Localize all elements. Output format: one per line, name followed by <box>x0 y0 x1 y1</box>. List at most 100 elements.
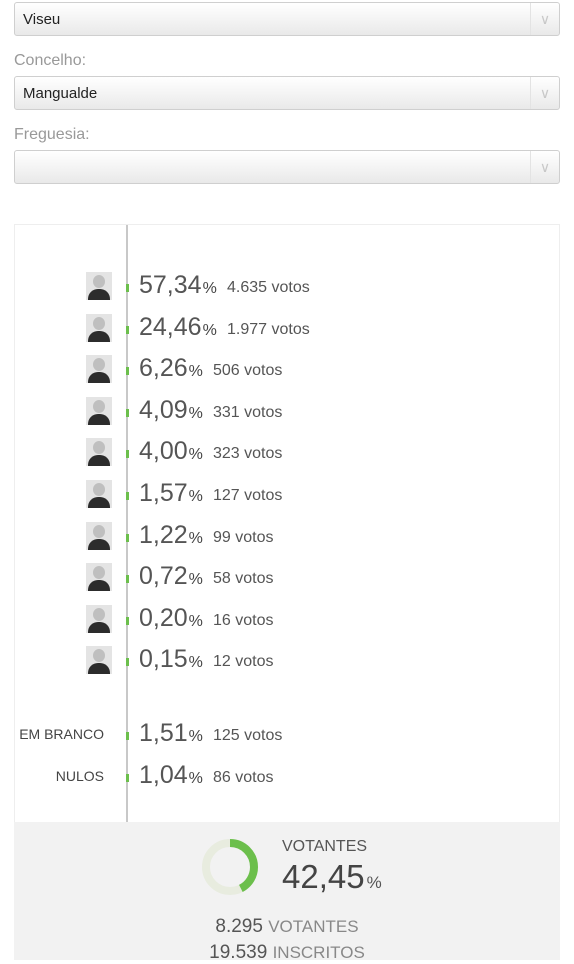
result-percent: 1,22% <box>139 521 203 550</box>
candidate-row: 57,34% 4.635 votos <box>15 271 559 301</box>
result-percent-value: 57,34 <box>139 271 202 299</box>
result-percent: 0,20% <box>139 604 203 633</box>
result-votes: 86 votos <box>213 768 274 786</box>
result-bar <box>126 408 129 417</box>
percent-sign: % <box>188 654 203 672</box>
votantes-count-line: 8.295 VOTANTES <box>14 916 560 938</box>
percent-sign: % <box>188 404 203 422</box>
candidate-row: 1,22% 99 votos <box>15 521 559 551</box>
result-percent: 0,72% <box>139 562 203 591</box>
candidate-photo <box>86 272 112 300</box>
candidate-photo <box>86 396 112 425</box>
result-bar <box>126 616 129 625</box>
result-percent: 4,00% <box>139 437 203 466</box>
result-percent-value: 1,51 <box>139 719 188 747</box>
candidate-photo <box>86 563 112 592</box>
result-votes: 323 votos <box>213 445 283 463</box>
candidate-photo <box>86 521 112 550</box>
result-label: EM BRANCO <box>19 726 104 742</box>
candidate-row: 0,15% 12 votos <box>15 645 559 675</box>
percent-sign: % <box>188 612 203 630</box>
result-percent-value: 1,57 <box>139 479 188 507</box>
result-votes: 58 votos <box>213 570 274 588</box>
result-percent-value: 4,09 <box>139 395 188 424</box>
percent-sign: % <box>188 529 203 547</box>
result-percent-value: 4,00 <box>139 437 188 466</box>
inscritos-unit: INSCRITOS <box>272 943 365 962</box>
result-percent-value: 1,04 <box>139 760 188 789</box>
result-percent: 0,15% <box>139 645 203 674</box>
result-percent: 6,26% <box>139 354 203 383</box>
percent-sign: % <box>188 446 203 464</box>
result-votes: 4.635 votos <box>227 279 310 296</box>
distrito-select[interactable]: Viseu ∨ <box>14 2 560 36</box>
result-percent-value: 1,22 <box>139 520 188 549</box>
result-percent: 4,09% <box>139 396 203 425</box>
freguesia-label: Freguesia: <box>14 126 90 143</box>
candidate-row: 24,46% 1.977 votos <box>15 313 559 343</box>
other-result-row: EM BRANCO 1,51% 125 votos <box>15 719 559 749</box>
result-label: NULOS <box>55 767 104 784</box>
result-votes: 331 votos <box>213 403 283 421</box>
result-bar <box>126 492 129 500</box>
result-bar <box>126 575 129 584</box>
candidate-photo <box>86 438 112 467</box>
chevron-down-icon[interactable]: ∨ <box>530 77 559 109</box>
candidate-row: 4,00% 323 votos <box>15 437 559 467</box>
result-bar <box>126 533 129 542</box>
result-bar <box>126 732 129 740</box>
percent-sign: % <box>188 769 203 787</box>
percent-sign: % <box>188 728 203 745</box>
candidate-photo <box>86 480 112 508</box>
result-percent: 57,34% <box>139 271 217 300</box>
result-votes: 16 votos <box>213 611 274 629</box>
result-percent: 24,46% <box>139 313 217 342</box>
candidate-row: 0,20% 16 votos <box>15 604 559 634</box>
percent-sign: % <box>188 488 203 505</box>
candidate-row: 6,26% 506 votos <box>15 354 559 384</box>
result-votes: 1.977 votos <box>227 320 310 338</box>
votantes-unit: VOTANTES <box>268 917 359 936</box>
result-percent: 1,51% <box>139 719 203 748</box>
result-percent: 1,57% <box>139 479 203 508</box>
concelho-select[interactable]: Mangualde ∨ <box>14 76 560 110</box>
percent-sign: % <box>188 571 203 589</box>
result-percent-value: 24,46 <box>139 312 202 341</box>
result-percent: 1,04% <box>139 761 203 790</box>
result-votes: 127 votos <box>213 487 283 504</box>
votantes-label: VOTANTES <box>282 838 368 855</box>
concelho-value: Mangualde <box>23 85 98 102</box>
percent-sign: % <box>188 363 203 381</box>
percent-sign: % <box>366 873 382 892</box>
votantes-count: 8.295 <box>215 916 263 937</box>
candidate-photo <box>86 313 112 342</box>
chevron-down-icon[interactable]: ∨ <box>530 3 559 35</box>
candidate-photo <box>86 646 112 675</box>
distrito-value: Viseu <box>23 11 61 28</box>
result-votes: 125 votos <box>213 727 283 744</box>
results-panel: 57,34% 4.635 votos 24,46% 1.977 votos 6,26% 5… <box>14 224 560 824</box>
candidate-row: 0,72% 58 votos <box>15 562 559 592</box>
candidate-photo <box>86 355 112 384</box>
result-votes: 506 votos <box>213 362 283 380</box>
percent-sign: % <box>202 321 217 339</box>
result-bar <box>126 658 129 667</box>
result-votes: 99 votos <box>213 528 274 546</box>
result-percent-value: 0,20 <box>139 603 188 632</box>
result-bar <box>126 773 129 782</box>
result-percent-value: 0,72 <box>139 562 188 591</box>
concelho-label: Concelho: <box>14 52 87 69</box>
votantes-percent-value: 42,45 <box>282 858 365 895</box>
result-bar <box>126 284 129 292</box>
turnout-donut-chart <box>202 839 258 895</box>
result-bar <box>126 325 129 334</box>
freguesia-select[interactable]: ∨ <box>14 150 560 184</box>
candidate-photo <box>86 604 112 633</box>
chevron-down-icon[interactable]: ∨ <box>530 151 559 183</box>
candidate-row: 1,57% 127 votos <box>15 479 559 509</box>
other-result-row: NULOS 1,04% 86 votos <box>15 761 559 791</box>
candidate-row: 4,09% 331 votos <box>15 396 559 426</box>
result-votes: 12 votos <box>213 653 274 671</box>
result-percent-value: 0,15 <box>139 645 188 674</box>
result-bar <box>126 450 129 459</box>
